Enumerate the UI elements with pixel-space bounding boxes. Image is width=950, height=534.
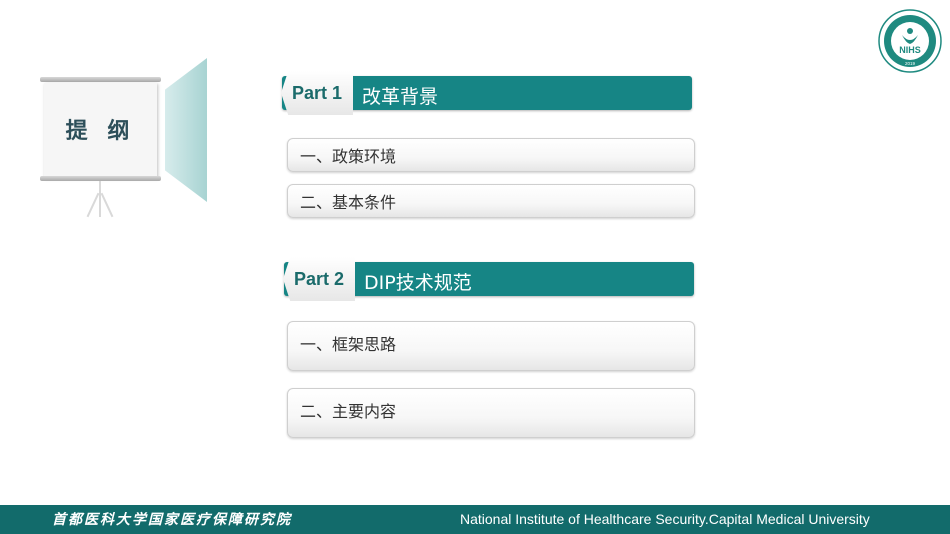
- logo-text: NIHS: [899, 45, 921, 55]
- part1-tab: Part 1: [281, 71, 353, 115]
- list-item-label: 一、政策环境: [300, 147, 397, 166]
- list-item-label: 二、主要内容: [300, 402, 397, 421]
- projector-beam: [165, 58, 207, 202]
- part1-item-1[interactable]: 一、政策环境: [287, 138, 695, 172]
- tripod-leg-left: [86, 192, 100, 218]
- footer-institution-cn: 首都医科大学国家医疗保障研究院: [52, 512, 292, 528]
- footer-bar: 首都医科大学国家医疗保障研究院 National Institute of He…: [0, 505, 950, 534]
- screen-top-bar: [40, 77, 161, 82]
- list-item-label: 一、框架思路: [300, 335, 397, 354]
- tripod-stand: [99, 181, 101, 217]
- nihs-logo-icon: NIHS 2019: [878, 9, 942, 73]
- part2-title: DIP技术规范: [364, 272, 472, 294]
- tripod-leg-right: [100, 192, 114, 218]
- part1-item-2[interactable]: 二、基本条件: [287, 184, 695, 218]
- logo-year: 2019: [905, 61, 916, 66]
- part2-item-1[interactable]: 一、框架思路: [287, 321, 695, 371]
- part1-title: 改革背景: [362, 86, 439, 108]
- outline-title: 提 纲: [65, 119, 136, 144]
- footer-institution-en: National Institute of Healthcare Securit…: [460, 511, 870, 527]
- part2-tab: Part 2: [283, 257, 355, 301]
- list-item-label: 二、基本条件: [300, 193, 397, 212]
- part2-item-2[interactable]: 二、主要内容: [287, 388, 695, 438]
